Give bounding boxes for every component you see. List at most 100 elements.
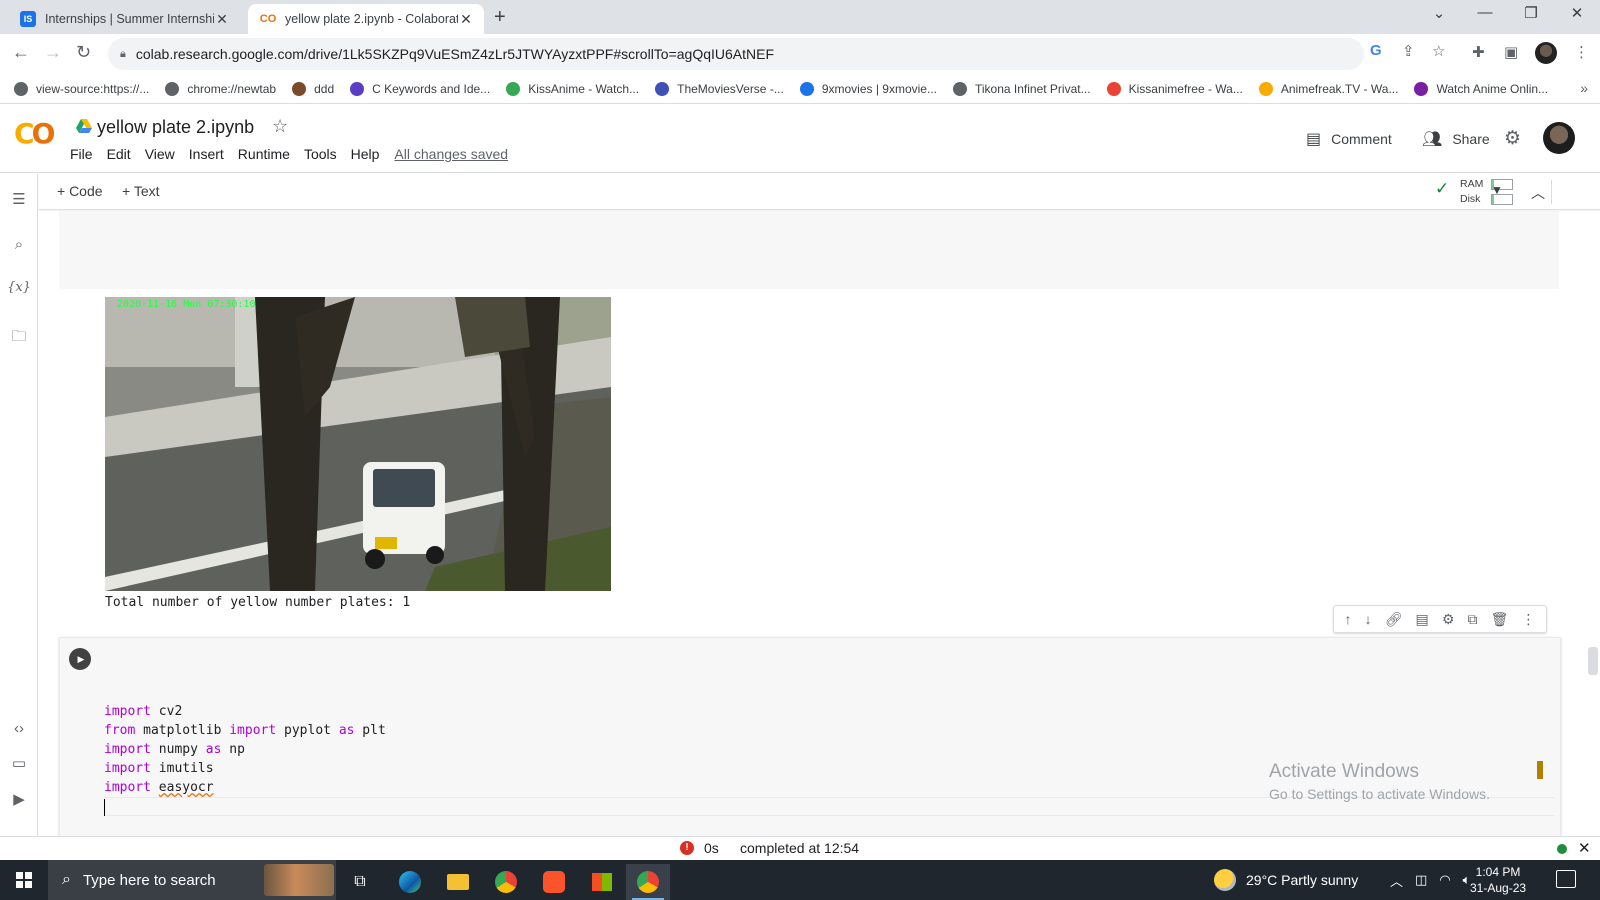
close-status-icon[interactable]: ✕ — [1578, 839, 1591, 857]
chrome-menu-icon[interactable]: ⋮ — [1574, 43, 1589, 61]
more-actions-icon[interactable]: ⋮ — [1521, 611, 1535, 628]
terminal-icon[interactable]: ▶︎ — [0, 790, 38, 808]
menu-help[interactable]: Help — [351, 146, 380, 162]
bookmark-item[interactable]: view-source:https://... — [14, 81, 149, 96]
clock-time: 1:04 PM — [1475, 865, 1521, 879]
restore-button[interactable]: ❐ — [1508, 4, 1554, 22]
brave-browser-icon[interactable] — [532, 864, 576, 900]
add-code-cell-button[interactable]: + Code — [57, 183, 103, 199]
delete-cell-icon[interactable]: 🗑︎ — [1491, 611, 1509, 628]
file-explorer-icon[interactable] — [436, 864, 480, 900]
microsoft-store-icon[interactable] — [580, 864, 624, 900]
runtime-dropdown-icon[interactable]: ▼ — [1491, 183, 1503, 197]
completion-status[interactable]: completed at 12:54 — [740, 840, 859, 856]
chrome-active-window-icon[interactable] — [626, 864, 670, 900]
wifi-icon[interactable]: ◠ — [1439, 872, 1450, 888]
edge-browser-icon[interactable] — [388, 864, 432, 900]
back-arrow-icon[interactable]: ← — [12, 42, 30, 63]
notebook-title[interactable]: yellow plate 2.ipynb — [97, 117, 254, 138]
taskbar-search-box[interactable]: ⌕ Type here to search — [48, 860, 336, 900]
close-tab-icon[interactable]: ✕ — [458, 11, 474, 28]
google-translate-icon[interactable]: G — [1370, 42, 1382, 59]
bookmark-item[interactable]: TheMoviesVerse -... — [655, 81, 784, 96]
menu-edit[interactable]: Edit — [107, 146, 131, 162]
side-panel-icon[interactable]: ▣ — [1504, 43, 1518, 61]
error-icon[interactable]: ! — [680, 841, 694, 855]
mirror-cell-icon[interactable]: ⧉ — [1468, 611, 1478, 628]
menu-tools[interactable]: Tools — [304, 146, 337, 162]
bookmark-item[interactable]: Animefreak.TV - Wa... — [1258, 81, 1398, 96]
notification-center-icon[interactable] — [1556, 870, 1576, 888]
code-line[interactable]: import numpy as np — [104, 740, 1554, 759]
colab-logo[interactable]: CO — [14, 117, 55, 150]
menu-runtime[interactable]: Runtime — [238, 146, 290, 162]
bookmark-item[interactable]: 9xmovies | 9xmovie... — [799, 81, 937, 96]
account-avatar[interactable] — [1543, 122, 1575, 154]
taskbar-clock[interactable]: 1:04 PM 31-Aug-23 — [1470, 864, 1526, 896]
internshala-favicon-icon: IS — [20, 11, 36, 27]
move-cell-down-icon[interactable]: ↓ — [1365, 611, 1372, 627]
command-palette-icon[interactable]: ▭ — [0, 754, 38, 772]
bookmark-star-icon[interactable]: ☆ — [1432, 42, 1445, 60]
add-comment-icon[interactable]: ▤ — [1416, 611, 1429, 628]
save-status-link[interactable]: All changes saved — [394, 146, 508, 162]
menu-view[interactable]: View — [145, 146, 175, 162]
task-view-icon[interactable]: ⧉ — [338, 864, 382, 900]
minimize-button[interactable]: — — [1462, 4, 1508, 21]
bookmark-item[interactable]: Kissanimefree - Wa... — [1106, 81, 1243, 96]
extensions-puzzle-icon[interactable]: ✚ — [1472, 43, 1485, 61]
code-token: pyplot — [276, 723, 339, 738]
meet-now-icon[interactable]: ◫ — [1415, 872, 1427, 888]
run-cell-button[interactable]: ▶ — [69, 648, 91, 670]
more-bookmarks-icon[interactable]: » — [1580, 80, 1588, 96]
lock-icon[interactable]: 🔒︎ — [120, 48, 126, 61]
tab-colab[interactable]: CO yellow plate 2.ipynb - Colaboratory ✕ — [248, 4, 484, 34]
search-icon[interactable]: ⌕ — [0, 236, 38, 253]
files-folder-icon[interactable]: 🗀︎ — [0, 326, 38, 351]
show-hidden-icons-chevron-icon[interactable]: ︿ — [1390, 871, 1403, 890]
bookmark-item[interactable]: C Keywords and Ide... — [350, 81, 490, 96]
share-page-icon[interactable]: ⇪ — [1402, 42, 1415, 60]
tab-title: yellow plate 2.ipynb - Colaboratory — [285, 12, 458, 26]
code-cell[interactable]: ▶ import cv2 from matplotlib import pyplo… — [59, 637, 1561, 836]
code-line[interactable]: import cv2 — [104, 702, 1554, 721]
add-text-cell-button[interactable]: + Text — [122, 183, 160, 199]
previous-cell-area[interactable] — [59, 211, 1559, 289]
address-bar[interactable]: 🔒︎ colab.research.google.com/drive/1Lk5S… — [108, 38, 1364, 70]
link-to-cell-icon[interactable]: 🔗︎ — [1385, 611, 1403, 628]
close-window-button[interactable]: ✕ — [1554, 4, 1600, 22]
weather-widget[interactable]: 29°C Partly sunny — [1214, 860, 1358, 900]
comment-button[interactable]: ▤ Comment — [1306, 129, 1392, 149]
bookmark-item[interactable]: ddd — [292, 81, 334, 96]
table-of-contents-icon[interactable]: ☰ — [0, 190, 38, 208]
code-line[interactable]: from matplotlib import pyplot as plt — [104, 721, 1554, 740]
bookmark-item[interactable]: Watch Anime Onlin... — [1414, 81, 1548, 96]
menu-file[interactable]: File — [70, 146, 93, 162]
code-snippets-icon[interactable]: ‹› — [0, 720, 38, 737]
scrollbar-thumb[interactable] — [1588, 647, 1598, 675]
bookmark-item[interactable]: Tikona Infinet Privat... — [952, 81, 1091, 96]
forward-arrow-icon[interactable]: → — [44, 42, 62, 63]
bookmark-item[interactable]: chrome://newtab — [165, 81, 276, 96]
menu-insert[interactable]: Insert — [189, 146, 224, 162]
tab-search-chevron-icon[interactable]: ⌄ — [1416, 4, 1462, 22]
share-button[interactable]: 👥︎ Share — [1422, 129, 1490, 149]
profile-avatar[interactable] — [1535, 42, 1557, 64]
new-tab-button[interactable]: + — [494, 6, 506, 29]
collapse-header-icon[interactable]: ︿ — [1531, 183, 1545, 203]
close-tab-icon[interactable]: ✕ — [214, 11, 230, 28]
variables-icon[interactable]: {x} — [0, 280, 38, 295]
settings-gear-icon[interactable]: ⚙ — [1504, 127, 1521, 150]
bookmark-label: TheMoviesVerse -... — [677, 81, 784, 96]
windows-start-icon[interactable] — [16, 872, 32, 888]
reload-icon[interactable]: ↻ — [76, 42, 91, 63]
url-text[interactable]: colab.research.google.com/drive/1Lk5SKZP… — [136, 46, 774, 62]
move-cell-up-icon[interactable]: ↑ — [1345, 611, 1352, 627]
cell-settings-icon[interactable]: ⚙ — [1442, 611, 1455, 628]
bookmark-item[interactable]: KissAnime - Watch... — [506, 81, 639, 96]
chrome-icon[interactable] — [484, 864, 528, 900]
code-keyword: import — [104, 780, 151, 795]
tab-internships[interactable]: IS Internships | Summer Internship 2 ✕ — [8, 4, 240, 34]
star-notebook-icon[interactable]: ☆ — [272, 116, 288, 137]
